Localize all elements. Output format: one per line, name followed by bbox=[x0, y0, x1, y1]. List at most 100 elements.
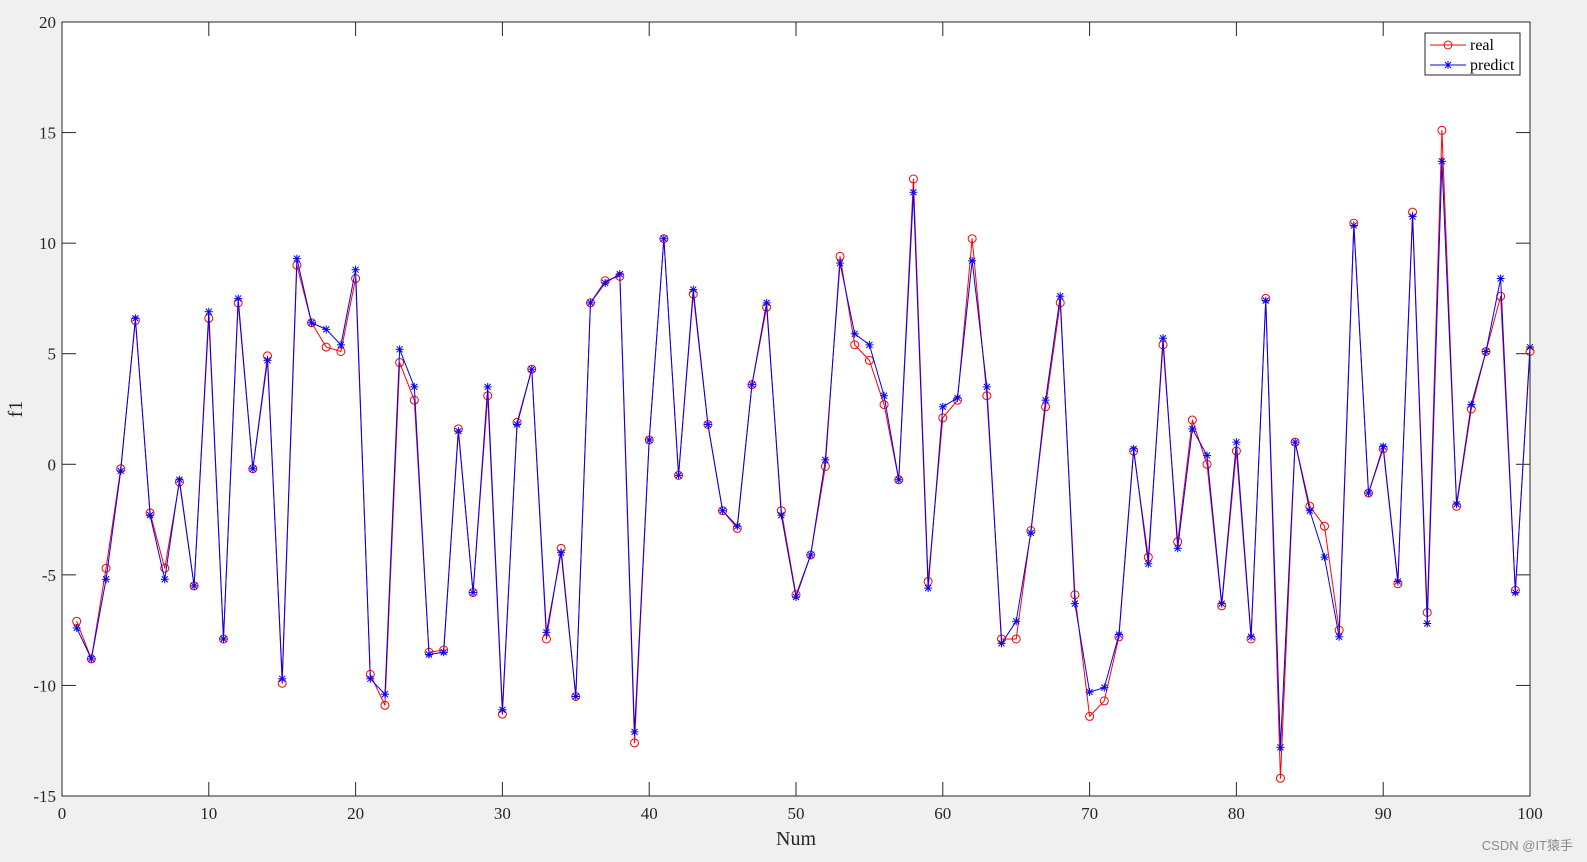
data-point-predict bbox=[909, 188, 918, 197]
data-point-predict bbox=[718, 506, 727, 515]
data-point-predict bbox=[146, 511, 155, 520]
y-axis-label: f1 bbox=[5, 401, 27, 418]
data-point-predict bbox=[131, 314, 140, 323]
data-point-predict bbox=[234, 294, 243, 303]
data-point-predict bbox=[747, 380, 756, 389]
data-point-predict bbox=[674, 471, 683, 480]
x-axis-label: Num bbox=[776, 828, 816, 850]
data-point-predict bbox=[72, 623, 81, 632]
y-tick-label: 20 bbox=[39, 13, 56, 32]
data-point-predict bbox=[1041, 396, 1050, 405]
data-point-predict bbox=[689, 285, 698, 294]
data-point-predict bbox=[1305, 506, 1314, 515]
data-point-predict bbox=[278, 674, 287, 683]
data-point-predict bbox=[498, 705, 507, 714]
data-point-predict bbox=[1012, 617, 1021, 626]
data-point-predict bbox=[425, 650, 433, 659]
data-point-predict bbox=[1320, 553, 1329, 562]
data-point-predict bbox=[1232, 438, 1241, 447]
data-point-predict bbox=[1496, 274, 1505, 283]
legend-predict-label: predict bbox=[1470, 57, 1515, 74]
data-point-predict bbox=[836, 259, 845, 268]
data-point-predict bbox=[1203, 451, 1212, 460]
data-point-predict bbox=[1481, 347, 1490, 356]
data-point-predict bbox=[469, 588, 478, 597]
data-point-predict bbox=[733, 522, 742, 531]
data-point-predict bbox=[1070, 599, 1079, 608]
data-point-predict bbox=[1056, 292, 1065, 301]
data-point-predict bbox=[777, 511, 786, 520]
data-point-predict bbox=[204, 307, 213, 316]
y-tick-label: 10 bbox=[39, 234, 56, 253]
legend-predict-marker bbox=[1444, 61, 1452, 69]
data-point-predict bbox=[1349, 221, 1358, 230]
data-point-predict bbox=[219, 634, 228, 643]
data-point-predict bbox=[1379, 442, 1388, 451]
data-point-predict bbox=[1188, 424, 1197, 433]
y-tick-label: 15 bbox=[39, 124, 56, 143]
data-point-predict bbox=[410, 382, 419, 391]
data-point-predict bbox=[894, 475, 903, 484]
data-point-predict bbox=[1173, 544, 1182, 553]
data-point-predict bbox=[1261, 296, 1270, 305]
data-point-predict bbox=[953, 393, 962, 402]
data-point-predict bbox=[263, 356, 272, 365]
x-tick-label: 50 bbox=[788, 804, 805, 823]
data-point-predict bbox=[1129, 444, 1138, 453]
data-point-predict bbox=[1085, 688, 1094, 697]
data-point-predict bbox=[968, 256, 977, 265]
y-tick-label: 5 bbox=[48, 345, 57, 364]
data-point-predict bbox=[792, 592, 800, 601]
data-point-predict bbox=[586, 298, 595, 307]
x-tick-label: 10 bbox=[200, 804, 217, 823]
data-point-predict bbox=[439, 648, 448, 657]
x-tick-label: 40 bbox=[641, 804, 658, 823]
data-point-predict bbox=[924, 584, 933, 593]
x-tick-label: 20 bbox=[347, 804, 364, 823]
data-point-predict bbox=[454, 427, 463, 436]
data-point-predict bbox=[513, 420, 522, 429]
legend: real predict bbox=[1424, 32, 1521, 76]
y-tick-label: -15 bbox=[33, 787, 56, 806]
data-point-predict bbox=[1159, 334, 1167, 343]
x-tick-label: 70 bbox=[1081, 804, 1098, 823]
data-point-predict bbox=[336, 340, 345, 349]
data-point-predict bbox=[1276, 743, 1285, 752]
data-point-predict bbox=[483, 382, 492, 391]
line-chart: 0 10 20 30 40 50 60 70 80 90 100 -15 -10 -5 0 5 10 15 20 N… bbox=[5, 13, 1543, 850]
data-point-predict bbox=[1511, 588, 1520, 597]
data-point-predict bbox=[190, 581, 199, 590]
data-point-predict bbox=[175, 475, 184, 484]
x-tick-label: 90 bbox=[1375, 804, 1392, 823]
data-point-predict bbox=[542, 628, 551, 637]
data-point-predict bbox=[322, 325, 331, 334]
data-point-predict bbox=[982, 382, 991, 391]
data-point-predict bbox=[1452, 500, 1461, 509]
data-point-predict bbox=[997, 639, 1006, 648]
data-point-predict bbox=[380, 690, 389, 699]
y-tick-label: 0 bbox=[48, 455, 57, 474]
data-point-predict bbox=[1217, 599, 1226, 608]
y-tick-label: -5 bbox=[42, 566, 56, 585]
data-point-predict bbox=[880, 391, 889, 400]
data-point-predict bbox=[102, 575, 111, 584]
legend-real-label: real bbox=[1470, 37, 1495, 54]
data-point-predict bbox=[806, 550, 815, 559]
data-point-predict bbox=[366, 674, 375, 683]
data-point-predict bbox=[1335, 632, 1344, 641]
data-point-predict bbox=[865, 340, 874, 349]
data-point-predict bbox=[248, 464, 257, 473]
x-tick-label: 100 bbox=[1517, 804, 1543, 823]
x-tick-label: 30 bbox=[494, 804, 511, 823]
data-point-predict bbox=[571, 692, 580, 701]
data-point-predict bbox=[116, 466, 125, 475]
data-point-predict bbox=[659, 234, 668, 243]
data-point-predict bbox=[645, 435, 654, 444]
data-point-predict bbox=[1100, 683, 1109, 692]
data-point-predict bbox=[703, 420, 712, 429]
data-point-predict bbox=[630, 727, 639, 736]
data-point-predict bbox=[395, 345, 404, 354]
data-point-predict bbox=[160, 575, 169, 584]
data-point-predict bbox=[557, 548, 566, 557]
y-tick-label: -10 bbox=[33, 676, 56, 695]
